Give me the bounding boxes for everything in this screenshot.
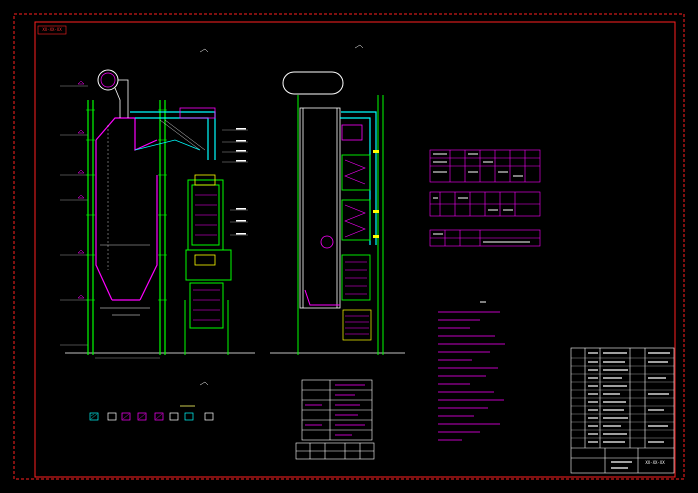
- drawing-number: XX-XX-XX: [645, 460, 665, 465]
- table-cell-text: [433, 153, 530, 243]
- side-steam-drum: [282, 71, 344, 95]
- boiler-side-view: [270, 44, 405, 355]
- flue-duct-top: [130, 111, 216, 160]
- title-code-box: [37, 25, 67, 35]
- outer-frame: [13, 13, 685, 480]
- cad-drawing-sheet: XX-XX-XX XX-XX-XX: [0, 0, 698, 493]
- hatch-legend: [89, 405, 214, 421]
- furnace-wall-right: [139, 175, 158, 301]
- bottom-spec-table: [295, 379, 375, 460]
- parameter-tables: [429, 149, 541, 247]
- furnace-wall-left: [95, 140, 113, 301]
- boiler-front-view: [60, 48, 255, 386]
- technical-notes: [438, 311, 505, 441]
- drawing-canvas: [13, 13, 685, 480]
- inner-frame: [34, 21, 676, 478]
